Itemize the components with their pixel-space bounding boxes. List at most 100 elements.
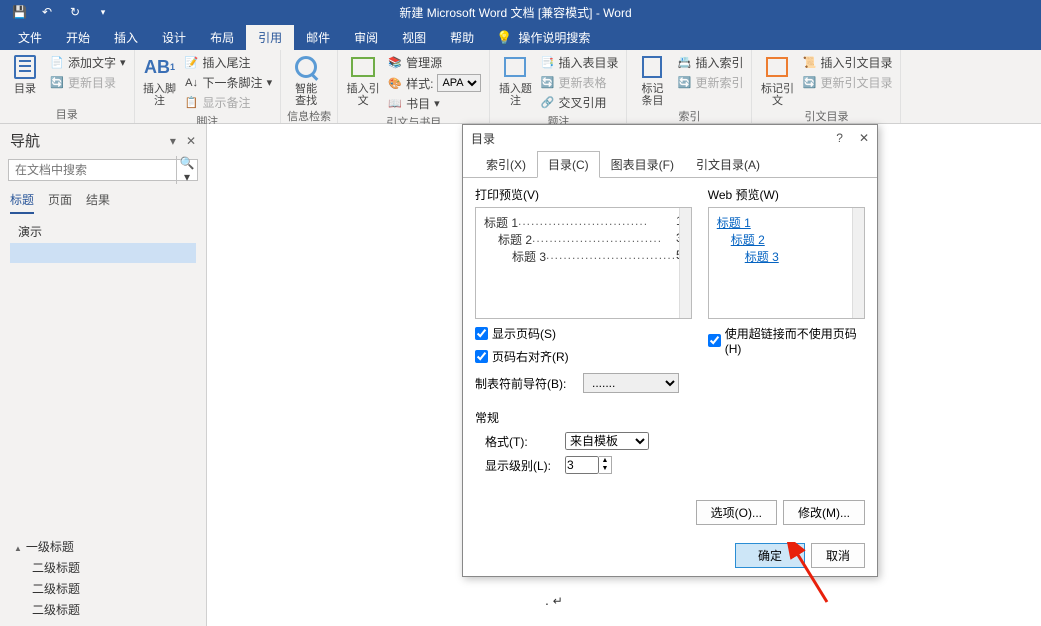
dialog-tabs: 索引(X) 目录(C) 图表目录(F) 引文目录(A) — [463, 151, 877, 178]
modify-button[interactable]: 修改(M)... — [783, 500, 865, 525]
insert-toa-icon: 📜 — [802, 56, 816, 70]
options-button[interactable]: 选项(O)... — [696, 500, 777, 525]
nav-item-demo[interactable]: 演示 — [10, 220, 196, 243]
update-index-button[interactable]: 🔄 更新索引 — [675, 73, 745, 92]
hyperlinks-checkbox[interactable] — [708, 334, 721, 347]
group-research: 智能 查找 信息检索 — [281, 50, 338, 123]
levels-down-icon[interactable]: ▼ — [599, 465, 611, 473]
print-preview-line: 标题 1 .............................. 1 — [484, 214, 683, 231]
bibliography-button[interactable]: 📖书目 ▾ — [386, 94, 483, 113]
add-text-button[interactable]: 📄添加文字 ▾ — [48, 53, 128, 72]
update-table-button[interactable]: 🔄更新表格 — [538, 73, 620, 92]
citation-style-row: 🎨 样式: APA — [386, 73, 483, 93]
right-align-checkbox-row: 页码右对齐(R) — [475, 348, 692, 365]
mark-entry-label: 标记 条目 — [641, 83, 663, 107]
save-icon[interactable]: 💾 — [12, 5, 26, 19]
levels-up-icon[interactable]: ▲ — [599, 457, 611, 465]
manage-sources-icon: 📚 — [388, 56, 402, 70]
update-toa-button[interactable]: 🔄更新引文目录 — [800, 73, 894, 92]
hyperlinks-label: 使用超链接而不使用页码(H) — [725, 325, 865, 356]
search-button[interactable]: 🔍 ▾ — [176, 156, 197, 184]
tab-help[interactable]: 帮助 — [438, 25, 486, 50]
dialog-close-icon[interactable]: ✕ — [859, 131, 869, 145]
biblio-icon: 📖 — [388, 97, 402, 111]
nav-tab-pages[interactable]: 页面 — [48, 191, 72, 214]
outline-level2-3[interactable]: 二级标题 — [10, 599, 196, 620]
nav-item-selected[interactable] — [10, 243, 196, 263]
bibliography-label: 书目 — [406, 95, 430, 112]
update-index-icon: 🔄 — [677, 76, 691, 90]
manage-sources-button[interactable]: 📚管理源 — [386, 53, 483, 72]
crossref-icon: 🔗 — [540, 96, 554, 110]
tab-insert[interactable]: 插入 — [102, 25, 150, 50]
print-preview-scrollbar[interactable] — [679, 208, 691, 318]
mark-citation-icon — [763, 53, 791, 81]
dialog-tab-toc[interactable]: 目录(C) — [537, 151, 600, 178]
nav-close-icon[interactable]: ✕ — [186, 134, 196, 148]
update-index-label: 更新索引 — [695, 74, 743, 91]
insert-endnote-button[interactable]: 📝插入尾注 — [183, 53, 275, 72]
tell-me-label: 操作说明搜索 — [518, 29, 590, 46]
outline-level2-2[interactable]: 二级标题 — [10, 578, 196, 599]
levels-input[interactable] — [565, 456, 599, 474]
format-select[interactable]: 来自模板 — [565, 432, 649, 450]
right-align-label: 页码右对齐(R) — [492, 348, 569, 365]
insert-table-figures-button[interactable]: 📑插入表目录 — [538, 53, 620, 72]
smart-lookup-label: 智能 查找 — [295, 83, 317, 107]
redo-icon[interactable]: ↻ — [68, 5, 82, 19]
dialog-tab-figures[interactable]: 图表目录(F) — [600, 151, 685, 178]
nav-tab-headings[interactable]: 标题 — [10, 191, 34, 214]
insert-toa-button[interactable]: 📜插入引文目录 — [800, 53, 894, 72]
ok-button[interactable]: 确定 — [735, 543, 805, 568]
nav-tab-results[interactable]: 结果 — [86, 191, 110, 214]
web-preview-scrollbar[interactable] — [852, 208, 864, 318]
mark-entry-button[interactable]: 标记 条目 — [633, 53, 671, 107]
toc-button[interactable]: 目录 — [6, 53, 44, 95]
cancel-button[interactable]: 取消 — [811, 543, 865, 568]
mark-citation-button[interactable]: 标记引文 — [758, 53, 796, 107]
tell-me[interactable]: 💡 操作说明搜索 — [486, 25, 600, 50]
group-research-label: 信息检索 — [287, 107, 331, 124]
right-align-checkbox[interactable] — [475, 350, 488, 363]
add-text-icon: 📄 — [50, 56, 64, 70]
next-footnote-button[interactable]: A↓下一条脚注 ▾ — [183, 73, 275, 92]
group-index: 标记 条目 📇插入索引 🔄 更新索引 索引 — [627, 50, 752, 123]
undo-icon[interactable]: ↶ — [40, 5, 54, 19]
toc-dialog: 目录 ? ✕ 索引(X) 目录(C) 图表目录(F) 引文目录(A) 打印预览(… — [462, 124, 878, 577]
smart-lookup-button[interactable]: 智能 查找 — [287, 53, 325, 107]
update-toc-button[interactable]: 🔄更新目录 — [48, 73, 128, 92]
tab-view[interactable]: 视图 — [390, 25, 438, 50]
citation-style-select[interactable]: APA — [437, 74, 481, 92]
insert-index-button[interactable]: 📇插入索引 — [675, 53, 745, 72]
outline-level2-1[interactable]: 二级标题 — [10, 557, 196, 578]
tab-layout[interactable]: 布局 — [198, 25, 246, 50]
group-authorities-label: 引文目录 — [758, 107, 894, 124]
cross-reference-label: 交叉引用 — [558, 94, 606, 111]
insert-citation-button[interactable]: 插入引文 — [344, 53, 382, 107]
citation-style-label: 样式: — [406, 75, 433, 92]
tab-file[interactable]: 文件 — [6, 25, 54, 50]
dialog-tab-index[interactable]: 索引(X) — [475, 151, 537, 178]
qat-dropdown-icon[interactable]: ▾ — [96, 7, 110, 18]
tab-design[interactable]: 设计 — [150, 25, 198, 50]
leader-select[interactable]: ....... — [583, 373, 679, 393]
web-preview-line: 标题 1 — [717, 214, 856, 231]
show-notes-button[interactable]: 📋显示备注 — [183, 93, 275, 112]
search-input[interactable] — [9, 163, 176, 177]
show-page-checkbox-row: 显示页码(S) — [475, 325, 692, 342]
cross-reference-button[interactable]: 🔗 交叉引用 — [538, 93, 620, 112]
tab-home[interactable]: 开始 — [54, 25, 102, 50]
insert-caption-button[interactable]: 插入题注 — [496, 53, 534, 107]
tab-review[interactable]: 审阅 — [342, 25, 390, 50]
nav-headings-list: 演示 — [0, 214, 206, 269]
show-page-checkbox[interactable] — [475, 327, 488, 340]
group-index-label: 索引 — [633, 107, 745, 124]
dialog-help-icon[interactable]: ? — [836, 131, 843, 145]
document-area[interactable]: 目录 ? ✕ 索引(X) 目录(C) 图表目录(F) 引文目录(A) 打印预览(… — [207, 124, 1041, 626]
dialog-tab-authorities[interactable]: 引文目录(A) — [685, 151, 771, 178]
tab-mailings[interactable]: 邮件 — [294, 25, 342, 50]
tab-references[interactable]: 引用 — [246, 25, 294, 50]
outline-level1[interactable]: 一级标题 — [10, 536, 196, 557]
nav-dropdown-icon[interactable]: ▾ — [170, 134, 176, 148]
insert-footnote-button[interactable]: AB1 插入脚注 — [141, 53, 179, 107]
